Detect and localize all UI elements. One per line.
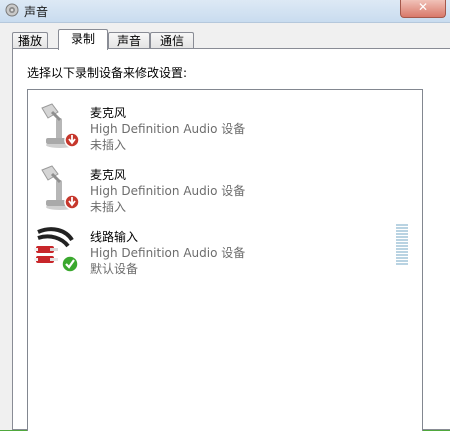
- tab-communications[interactable]: 通信: [150, 32, 194, 49]
- device-name: 麦克风: [90, 106, 127, 120]
- device-status: 未插入: [90, 200, 127, 214]
- device-name: 麦克风: [90, 168, 127, 182]
- device-item[interactable]: 麦克风 High Definition Audio 设备 未插入: [28, 94, 422, 154]
- tab-recording[interactable]: 录制: [58, 29, 108, 50]
- title-bar: 声音 ✕: [0, 0, 450, 23]
- recording-panel: 选择以下录制设备来修改设置: 麦克风 High Definition Audio…: [12, 48, 450, 431]
- unplugged-badge-icon: [64, 132, 80, 148]
- microphone-icon: [41, 103, 80, 148]
- device-status: 默认设备: [90, 262, 139, 276]
- device-description: High Definition Audio 设备: [90, 184, 246, 198]
- level-meter: [396, 224, 408, 266]
- device-name: 线路输入: [90, 230, 139, 244]
- sound-dialog: 声音 ✕ 播放 录制 声音 通信 选择以下录制设备来修改设置: 麦克风 High…: [0, 0, 450, 431]
- device-description: High Definition Audio 设备: [90, 246, 246, 260]
- microphone-icon: [41, 165, 80, 210]
- close-button[interactable]: ✕: [400, 0, 446, 18]
- device-status: 未插入: [90, 138, 127, 152]
- window-title: 声音: [24, 5, 49, 19]
- close-icon: ✕: [417, 0, 429, 14]
- line-in-cable-icon: [34, 227, 79, 273]
- default-check-icon: [61, 255, 79, 273]
- speaker-icon: [5, 3, 19, 17]
- tab-playback[interactable]: 播放: [12, 32, 48, 49]
- device-description: High Definition Audio 设备: [90, 122, 246, 136]
- device-item[interactable]: 线路输入 High Definition Audio 设备 默认设备: [28, 218, 422, 278]
- instructions-text: 选择以下录制设备来修改设置:: [27, 66, 188, 80]
- unplugged-badge-icon: [64, 194, 80, 210]
- tab-sounds[interactable]: 声音: [108, 32, 150, 49]
- device-item[interactable]: 麦克风 High Definition Audio 设备 未插入: [28, 156, 422, 216]
- device-list[interactable]: 麦克风 High Definition Audio 设备 未插入 麦克风 Hig…: [27, 89, 423, 431]
